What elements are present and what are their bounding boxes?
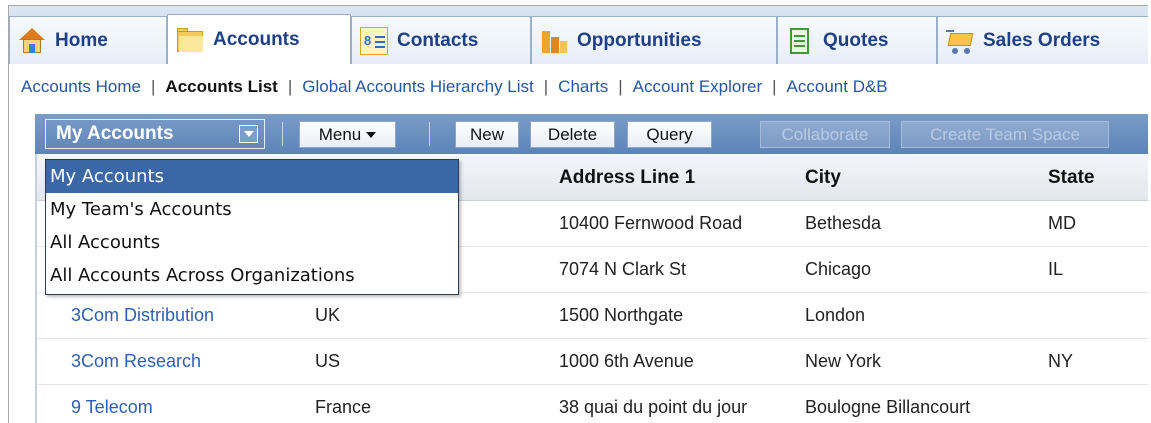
main-tab-bar: Home Accounts 8 Contacts Opportunities Q… bbox=[9, 6, 1148, 65]
city-cell: London bbox=[805, 305, 866, 325]
tab-sales-orders-label: Sales Orders bbox=[983, 29, 1101, 51]
city-cell: Chicago bbox=[805, 259, 872, 279]
account-name-link[interactable]: 3Com Research bbox=[71, 351, 201, 372]
address-cell: 1000 6th Avenue bbox=[559, 351, 694, 371]
folder-icon bbox=[176, 26, 204, 54]
column-header-city[interactable]: City bbox=[805, 167, 841, 189]
document-icon bbox=[786, 27, 814, 55]
subnav-global-hierarchy[interactable]: Global Accounts Hierarchy List bbox=[302, 77, 534, 97]
tab-accounts-label: Accounts bbox=[213, 29, 300, 50]
account-site: France bbox=[315, 397, 372, 417]
menu-button-label: Menu bbox=[318, 124, 362, 144]
account-site: UK bbox=[315, 305, 341, 325]
view-selector-label: My Accounts bbox=[56, 123, 174, 144]
address-cell: 38 quai du point du jour bbox=[559, 397, 748, 417]
subnav-separator: | bbox=[543, 77, 549, 96]
address-cell: 7074 N Clark St bbox=[559, 259, 687, 279]
account-name-link[interactable]: 3Com Distribution bbox=[71, 305, 214, 326]
state-cell: IL bbox=[1048, 259, 1064, 279]
view-option-my-teams-accounts[interactable]: My Team's Accounts bbox=[46, 193, 458, 226]
address-cell: 1500 Northgate bbox=[559, 305, 684, 325]
list-toolbar: My Accounts Menu New Delete Query Collab… bbox=[35, 114, 1148, 154]
subnav-account-explorer[interactable]: Account Explorer bbox=[633, 77, 762, 97]
address-cell: 10400 Fernwood Road bbox=[559, 213, 743, 233]
account-name-link[interactable]: 9 Telecom bbox=[71, 397, 153, 418]
view-option-my-accounts[interactable]: My Accounts bbox=[46, 160, 458, 193]
view-options-dropdown: My Accounts My Team's Accounts All Accou… bbox=[45, 159, 459, 295]
column-header-address[interactable]: Address Line 1 bbox=[559, 167, 695, 189]
table-row[interactable]: 3Com Research US 1000 6th Avenue New Yor… bbox=[37, 339, 1148, 385]
view-option-all-accounts[interactable]: All Accounts bbox=[46, 226, 458, 259]
toolbar-separator bbox=[429, 122, 430, 146]
state-cell: NY bbox=[1048, 351, 1074, 371]
subnav-accounts-home[interactable]: Accounts Home bbox=[21, 77, 141, 97]
tab-home-label: Home bbox=[55, 29, 108, 51]
application-frame: Home Accounts 8 Contacts Opportunities Q… bbox=[8, 5, 1148, 423]
tab-accounts[interactable]: Accounts bbox=[167, 14, 351, 65]
city-cell: New York bbox=[805, 351, 882, 371]
shopping-cart-icon bbox=[946, 27, 974, 55]
collaborate-button[interactable]: Collaborate bbox=[760, 121, 890, 148]
bar-chart-icon bbox=[540, 27, 568, 55]
toolbar-separator bbox=[282, 122, 283, 146]
column-header-state[interactable]: State bbox=[1048, 167, 1094, 189]
subnav-separator: | bbox=[772, 77, 777, 96]
query-button[interactable]: Query bbox=[627, 121, 712, 148]
chevron-down-icon[interactable] bbox=[239, 125, 258, 143]
account-site: US bbox=[315, 351, 341, 371]
view-selector[interactable]: My Accounts bbox=[45, 119, 265, 149]
contact-card-icon: 8 bbox=[360, 26, 388, 55]
tab-home[interactable]: Home bbox=[9, 16, 167, 64]
tab-sales-orders[interactable]: Sales Orders bbox=[937, 16, 1148, 64]
caret-down-icon bbox=[366, 131, 377, 138]
city-cell: Bethesda bbox=[805, 213, 882, 233]
city-cell: Boulogne Billancourt bbox=[805, 397, 971, 417]
home-icon bbox=[18, 27, 46, 55]
subnav-separator: | bbox=[151, 77, 156, 96]
create-team-space-button[interactable]: Create Team Space bbox=[901, 121, 1109, 148]
tab-quotes-label: Quotes bbox=[823, 29, 889, 51]
subnav-charts[interactable]: Charts bbox=[558, 77, 608, 97]
tab-opportunities[interactable]: Opportunities bbox=[531, 16, 777, 64]
state-cell: MD bbox=[1048, 213, 1076, 233]
tab-contacts[interactable]: 8 Contacts bbox=[351, 16, 531, 64]
tab-opportunities-label: Opportunities bbox=[577, 29, 702, 51]
view-option-all-accounts-across-orgs[interactable]: All Accounts Across Organizations bbox=[46, 259, 458, 292]
subnav-accounts-list[interactable]: Accounts List bbox=[165, 77, 277, 97]
menu-button[interactable]: Menu bbox=[299, 121, 396, 148]
new-button[interactable]: New bbox=[455, 121, 519, 148]
tab-quotes[interactable]: Quotes bbox=[777, 16, 937, 64]
table-row[interactable]: 3Com Distribution UK 1500 Northgate Lond… bbox=[37, 293, 1148, 339]
sub-navigation: Accounts Home | Accounts List | Global A… bbox=[9, 64, 1148, 110]
tab-contacts-label: Contacts bbox=[397, 29, 479, 51]
delete-button[interactable]: Delete bbox=[530, 121, 615, 148]
table-row[interactable]: 9 Telecom France 38 quai du point du jou… bbox=[37, 385, 1148, 423]
subnav-separator: | bbox=[618, 77, 623, 96]
subnav-account-dnb[interactable]: Account D&B bbox=[787, 77, 888, 97]
subnav-separator: | bbox=[287, 77, 293, 96]
